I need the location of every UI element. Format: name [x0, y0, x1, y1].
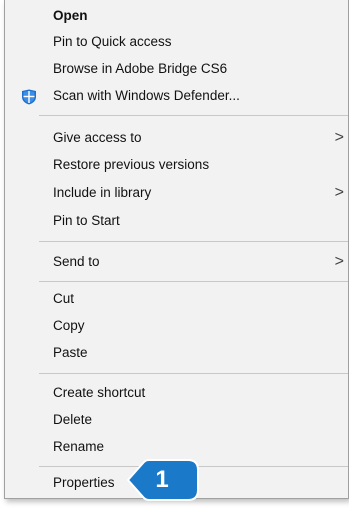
- step-number: 1: [155, 466, 169, 493]
- menu-item-label: Open: [53, 8, 88, 23]
- menu-item-label: Browse in Adobe Bridge CS6: [53, 61, 228, 76]
- menu-item-label: Delete: [53, 412, 93, 427]
- menu-item-include-in-library[interactable]: Include in library >: [5, 180, 348, 206]
- menu-item-restore-previous-versions[interactable]: Restore previous versions: [5, 152, 348, 178]
- menu-item-create-shortcut[interactable]: Create shortcut: [5, 380, 348, 406]
- menu-item-rename[interactable]: Rename: [5, 434, 348, 460]
- menu-item-label: Restore previous versions: [53, 157, 210, 172]
- chevron-right-icon: >: [334, 184, 344, 201]
- menu-item-label: Paste: [53, 345, 88, 360]
- menu-item-pin-to-start[interactable]: Pin to Start: [5, 208, 348, 234]
- menu-item-open[interactable]: Open: [5, 3, 348, 29]
- menu-item-label: Rename: [53, 439, 105, 454]
- menu-item-pin-to-quick-access[interactable]: Pin to Quick access: [5, 29, 348, 55]
- menu-separator: [39, 281, 348, 282]
- menu-item-label: Send to: [53, 254, 100, 269]
- menu-item-delete[interactable]: Delete: [5, 407, 348, 433]
- menu-item-label: Include in library: [53, 185, 152, 200]
- menu-item-browse-in-adobe-bridge[interactable]: Browse in Adobe Bridge CS6: [5, 56, 348, 82]
- menu-item-label: Give access to: [53, 130, 142, 145]
- menu-item-label: Create shortcut: [53, 385, 146, 400]
- menu-item-label: Scan with Windows Defender...: [53, 88, 240, 103]
- menu-separator: [39, 373, 348, 374]
- menu-item-copy[interactable]: Copy: [5, 313, 348, 339]
- windows-defender-icon: [21, 88, 37, 105]
- menu-item-cut[interactable]: Cut: [5, 286, 348, 312]
- menu-item-send-to[interactable]: Send to >: [5, 249, 348, 275]
- menu-item-paste[interactable]: Paste: [5, 340, 348, 366]
- menu-item-label: Pin to Start: [53, 213, 120, 228]
- menu-item-label: Cut: [53, 291, 75, 306]
- context-menu: Open Pin to Quick access Browse in Adobe…: [4, 0, 349, 499]
- menu-item-give-access-to[interactable]: Give access to >: [5, 125, 348, 151]
- menu-item-scan-with-windows-defender[interactable]: Scan with Windows Defender...: [5, 83, 348, 109]
- menu-separator: [39, 241, 348, 242]
- menu-separator: [39, 115, 348, 116]
- chevron-right-icon: >: [334, 253, 344, 270]
- chevron-right-icon: >: [334, 129, 344, 146]
- menu-item-label: Properties: [53, 475, 115, 490]
- menu-item-label: Pin to Quick access: [53, 34, 172, 49]
- menu-item-label: Copy: [53, 318, 85, 333]
